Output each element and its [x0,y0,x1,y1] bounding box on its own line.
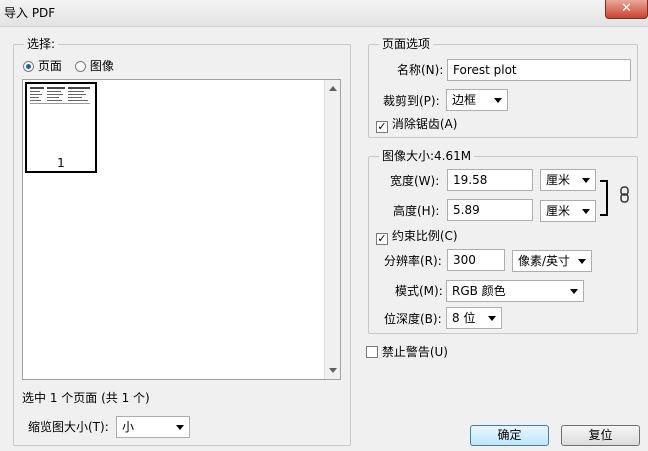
radio-images[interactable]: 图像 [75,58,114,74]
radio-pages-indicator [23,61,34,72]
height-input[interactable]: 5.89 [447,199,533,221]
suppress-warnings-checkbox[interactable]: 禁止警告(U) [366,344,448,360]
width-input[interactable]: 19.58 [447,169,533,191]
constrain-label: 约束比例(C) [391,229,458,243]
antialias-label: 消除锯齿(A) [391,117,458,131]
resolution-unit-value: 像素/英寸 [518,254,571,268]
scroll-up-icon[interactable] [329,86,337,91]
suppress-warnings-check-icon [366,346,378,358]
ok-button-label: 确定 [497,428,522,442]
width-unit-select[interactable]: 厘米 [540,169,596,191]
name-value: Forest plot [453,63,517,77]
mode-label: 模式(M): [395,284,443,298]
constrain-check-icon: ✓ [376,232,388,245]
close-icon: ✕ [621,1,632,16]
mode-value: RGB 颜色 [452,284,506,298]
page-thumbnail-list[interactable]: 1 [22,79,341,380]
thumbnail-preview-icon [30,87,90,104]
close-button[interactable]: ✕ [605,0,648,19]
radio-images-indicator [75,61,86,72]
name-input[interactable]: Forest plot [447,59,631,81]
crop-value: 边框 [452,93,477,107]
resolution-value: 300 [453,253,476,267]
selection-status: 选中 1 个页面 (共 1 个) [22,391,150,405]
page-thumbnail[interactable]: 1 [25,82,97,173]
reset-button-label: 复位 [588,428,613,442]
resolution-unit-select[interactable]: 像素/英寸 [512,250,592,272]
chevron-down-icon [176,425,184,430]
bitdepth-label: 位深度(B): [384,312,442,326]
reset-button[interactable]: 复位 [561,425,640,446]
height-unit-select[interactable]: 厘米 [540,200,596,222]
mode-select[interactable]: RGB 颜色 [446,280,584,302]
window-title: 导入 PDF [4,6,56,20]
radio-images-label: 图像 [89,59,114,73]
chevron-down-icon [582,209,590,214]
width-unit-value: 厘米 [546,173,571,187]
width-label: 宽度(W): [390,174,440,188]
chevron-down-icon [582,178,590,183]
chevron-down-icon [494,98,502,103]
thumb-size-label: 缩览图大小(T): [28,420,109,434]
height-unit-value: 厘米 [546,204,571,218]
radio-pages[interactable]: 页面 [23,58,62,74]
name-label: 名称(N): [397,63,444,77]
page-options-legend: 页面选项 [379,37,434,51]
antialias-checkbox[interactable]: ✓ 消除锯齿(A) [376,116,457,133]
thumbnail-page-number: 1 [57,156,65,170]
resolution-label: 分辨率(R): [384,254,442,268]
scroll-down-icon[interactable] [329,368,337,373]
chevron-down-icon [488,316,496,321]
chevron-down-icon [578,259,586,264]
antialias-check-icon: ✓ [376,120,388,133]
thumb-size-select[interactable]: 小 [116,416,190,438]
chain-link-icon [620,186,629,203]
ok-button[interactable]: 确定 [470,425,549,446]
width-value: 19.58 [453,173,488,187]
constrain-link-bracket [600,180,608,216]
title-bar: 导入 PDF ✕ [0,0,648,27]
select-group-legend: 选择: [24,37,59,51]
resolution-input[interactable]: 300 [447,249,505,271]
height-label: 高度(H): [393,204,440,218]
crop-select[interactable]: 边框 [446,89,508,111]
crop-label: 裁剪到(P): [383,94,440,108]
height-value: 5.89 [453,203,480,217]
chevron-down-icon [570,289,578,294]
bitdepth-value: 8 位 [452,311,476,325]
image-size-legend: 图像大小:4.61M [379,149,475,163]
radio-pages-label: 页面 [37,59,62,73]
bitdepth-select[interactable]: 8 位 [446,307,502,329]
thumb-size-value: 小 [122,420,135,434]
thumbnail-scrollbar[interactable] [324,80,340,379]
suppress-warnings-label: 禁止警告(U) [381,345,448,359]
constrain-checkbox[interactable]: ✓ 约束比例(C) [376,228,458,245]
